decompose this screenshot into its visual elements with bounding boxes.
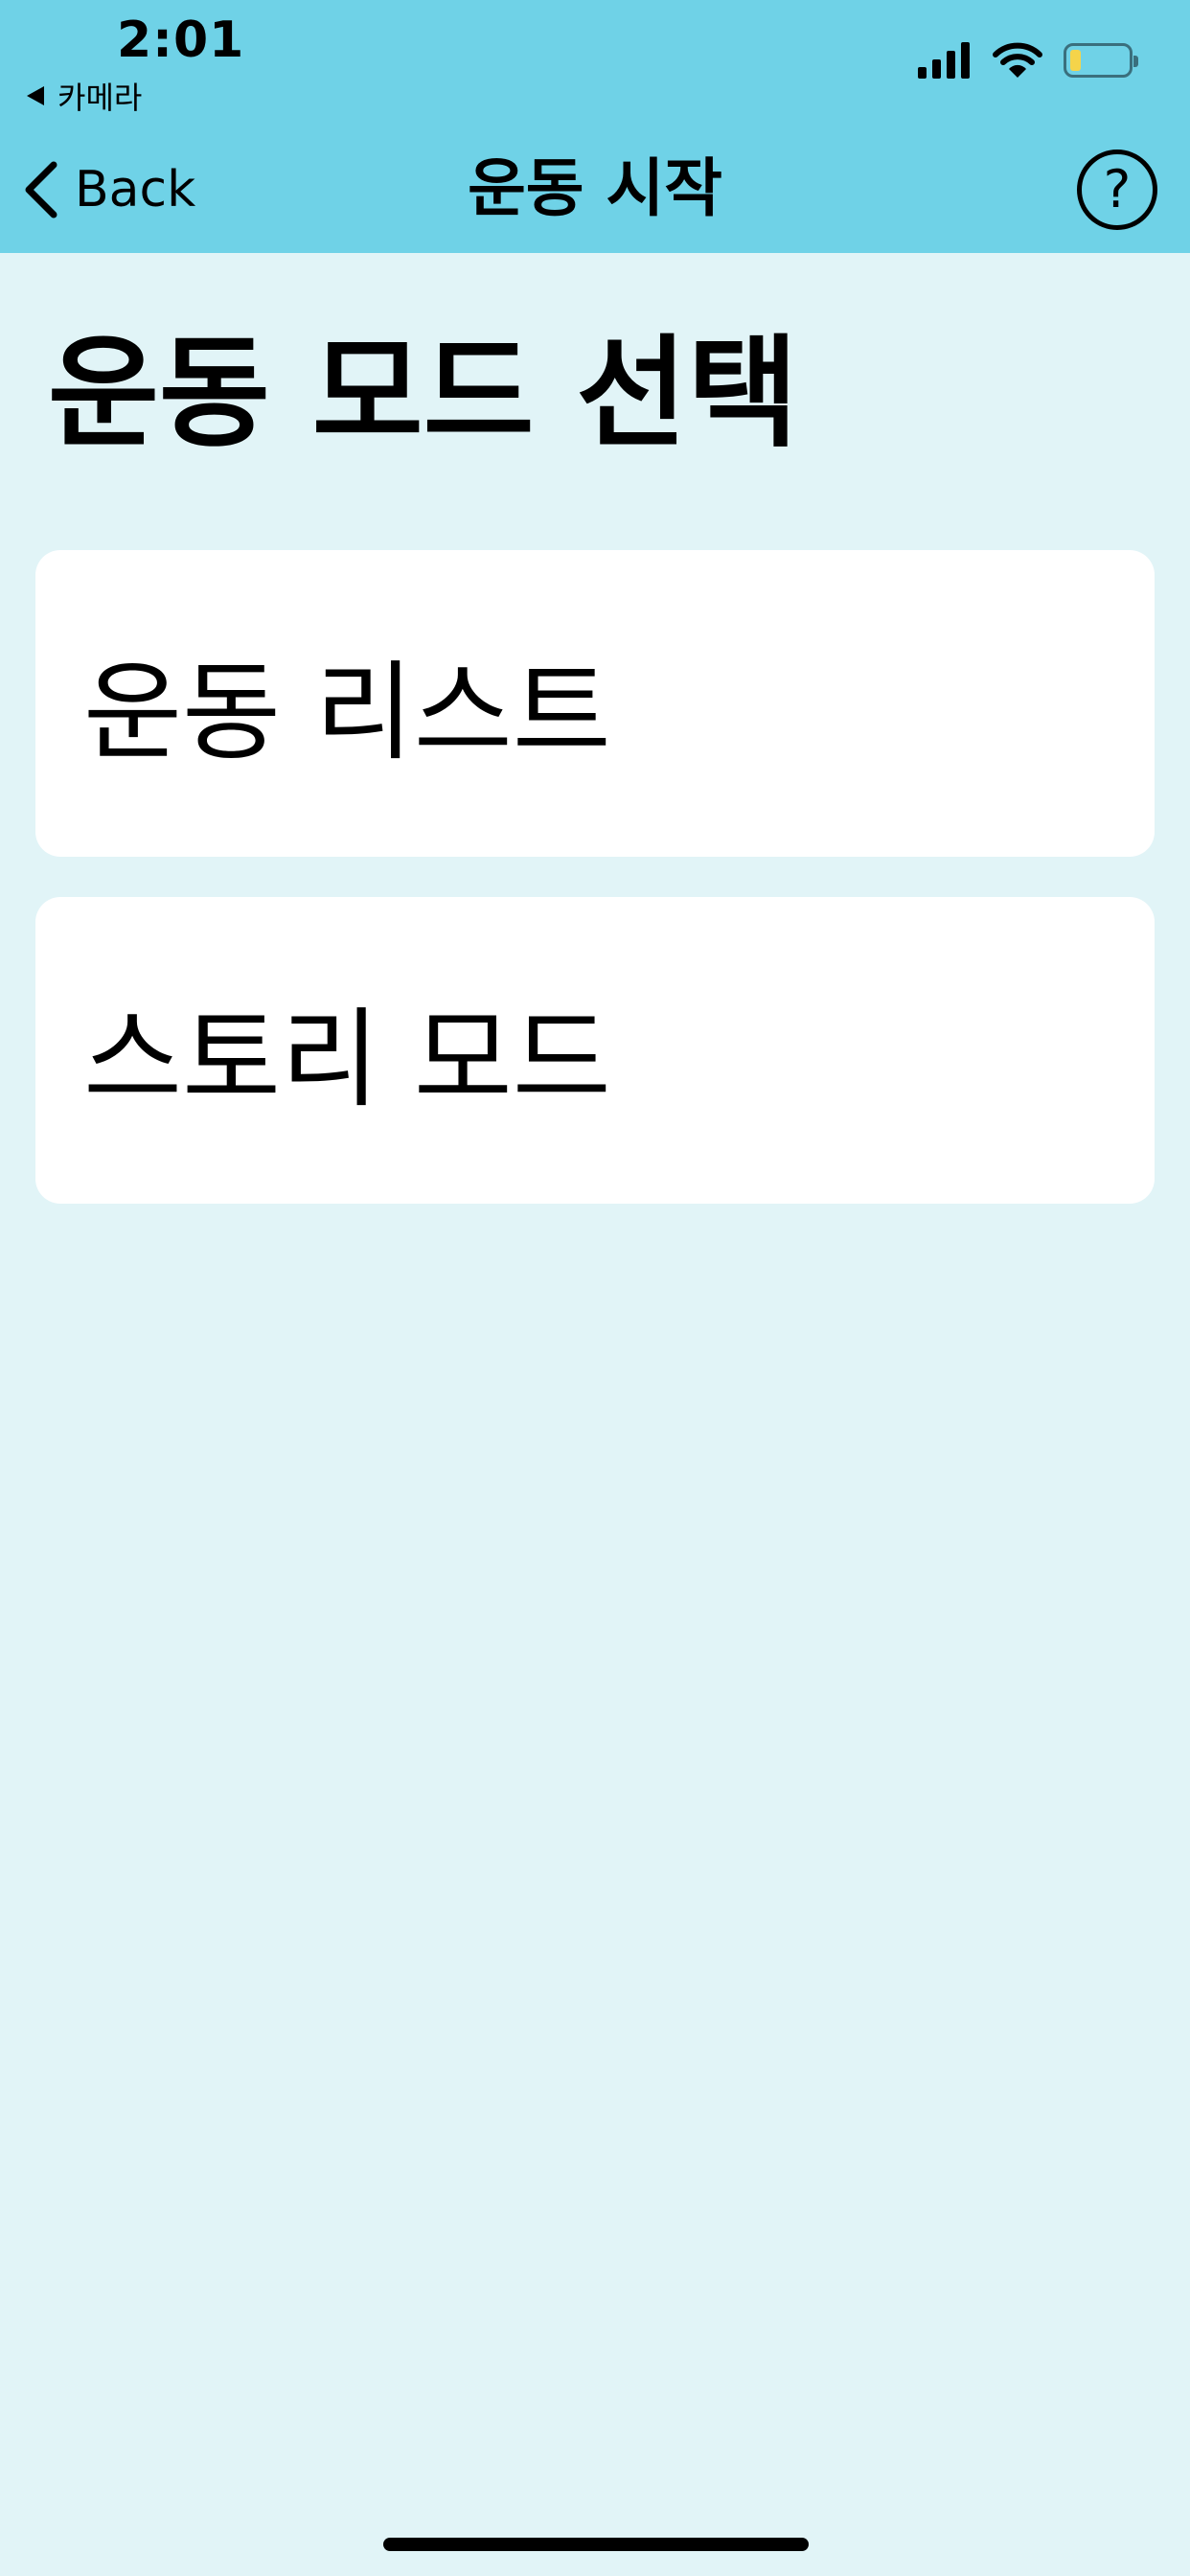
mode-card-label: 운동 리스트	[83, 651, 611, 775]
nav-title: 운동 시작	[468, 151, 722, 225]
back-to-app-label: 카메라	[57, 80, 143, 116]
mode-card-label: 스토리 모드	[83, 998, 611, 1122]
header-bar: 2:01 카메라 Back 운동 시작 ?	[0, 0, 1190, 253]
mode-card-story-mode[interactable]: 스토리 모드	[35, 897, 1155, 1204]
page-title: 운동 모드 선택	[48, 323, 799, 464]
mode-card-exercise-list[interactable]: 운동 리스트	[35, 550, 1155, 857]
help-button[interactable]: ?	[1077, 150, 1157, 230]
status-time: 2:01	[117, 12, 245, 69]
home-indicator[interactable]	[383, 2538, 809, 2551]
question-mark-icon: ?	[1103, 159, 1132, 219]
status-icons	[918, 42, 1138, 79]
battery-icon	[1064, 43, 1138, 78]
back-to-app-link[interactable]: 카메라	[27, 77, 143, 116]
back-triangle-icon	[27, 86, 44, 105]
signal-icon	[918, 42, 970, 79]
wifi-icon	[993, 42, 1042, 78]
battery-level	[1070, 50, 1081, 71]
